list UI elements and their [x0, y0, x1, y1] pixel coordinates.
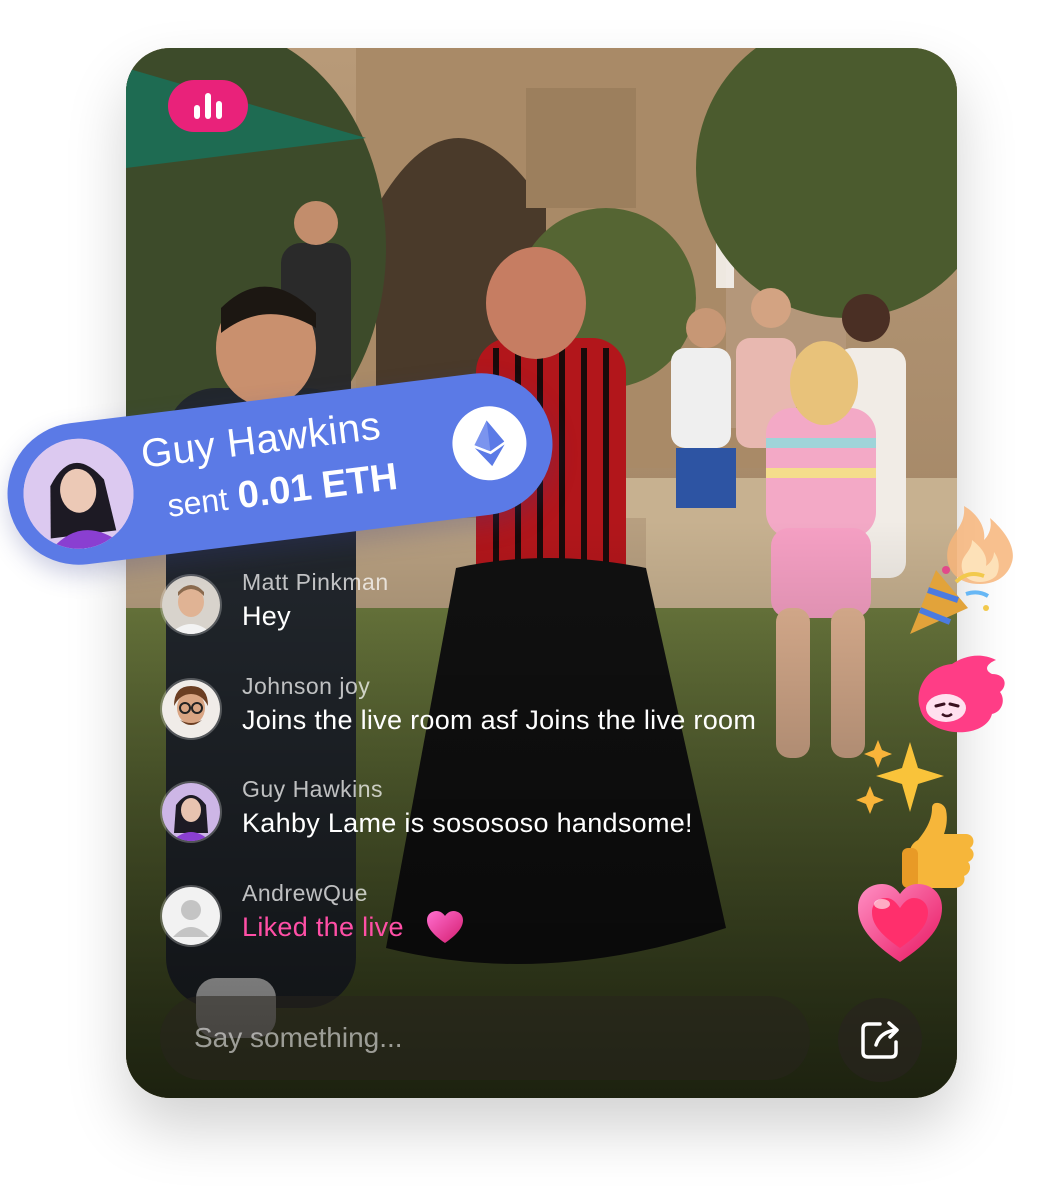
- gift-verb: sent: [165, 480, 230, 524]
- chat-username: Guy Hawkins: [242, 776, 383, 802]
- avatar[interactable]: [160, 781, 222, 843]
- share-icon: [861, 1021, 899, 1059]
- heart-icon: [858, 884, 942, 962]
- chat-message: Guy Hawkins Kahby Lame is sosososo hands…: [160, 775, 693, 843]
- chat-message: Matt Pinkman Hey: [160, 568, 389, 636]
- eth-badge: [448, 402, 531, 485]
- chat-username: Johnson joy: [242, 673, 371, 699]
- stats-button[interactable]: [168, 80, 248, 132]
- reactions-stream: [850, 490, 1030, 970]
- bar-chart-icon: [194, 93, 222, 119]
- chat-text: Joins the live room asf Joins the live r…: [242, 705, 757, 735]
- comment-input[interactable]: [160, 996, 810, 1080]
- pink-blob-emoji-icon: [918, 655, 1005, 733]
- live-stream-card: Matt Pinkman Hey Johnson joy Joins the l…: [126, 48, 957, 1098]
- avatar[interactable]: [160, 574, 222, 636]
- avatar-woman-purple-icon: [17, 432, 140, 556]
- avatar-woman-purple-icon: [162, 783, 220, 841]
- share-button[interactable]: [838, 998, 922, 1082]
- avatar[interactable]: [160, 678, 222, 740]
- chat-text: Liked the live: [242, 909, 464, 945]
- liked-text: Liked the live: [242, 912, 404, 942]
- gift-amount: 0.01 ETH: [235, 455, 400, 518]
- chat-text: Kahby Lame is sosososo handsome!: [242, 808, 693, 838]
- ethereum-icon: [474, 420, 505, 467]
- chat-message: AndrewQue Liked the live: [160, 879, 464, 947]
- chat-username: Matt Pinkman: [242, 569, 389, 595]
- chat-username: AndrewQue: [242, 880, 368, 906]
- avatar: [17, 432, 140, 556]
- avatar-man-smiling-icon: [162, 576, 220, 634]
- chat-text: Hey: [242, 601, 291, 631]
- avatar-man-glasses-icon: [162, 680, 220, 738]
- thumbs-up-icon: [902, 802, 974, 888]
- party-popper-icon: [910, 566, 990, 634]
- heart-icon: [426, 911, 463, 943]
- chat-message: Johnson joy Joins the live room asf Join…: [160, 672, 756, 740]
- avatar-placeholder-icon: [162, 887, 220, 945]
- avatar[interactable]: [160, 885, 222, 947]
